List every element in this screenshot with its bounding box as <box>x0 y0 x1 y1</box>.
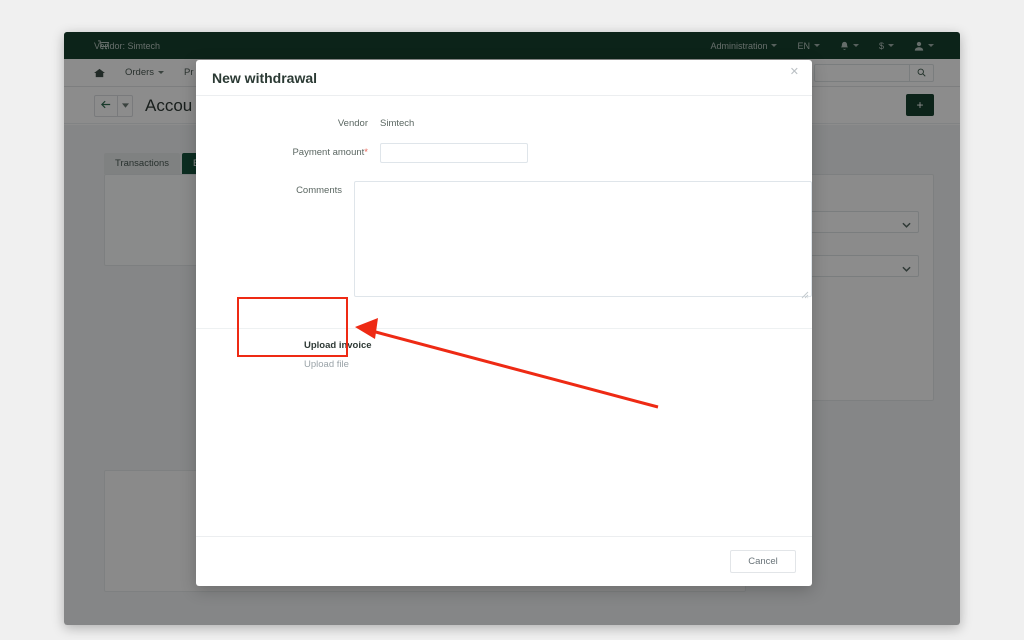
dialog-header: New withdrawal ✕ <box>196 60 812 96</box>
dialog-footer: Cancel <box>196 536 812 586</box>
dialog-title: New withdrawal <box>212 70 317 86</box>
required-marker: * <box>364 147 368 158</box>
section-divider <box>196 328 812 329</box>
screenshot-root: Vendor: Simtech Administration EN <box>0 0 1024 640</box>
comments-textarea[interactable] <box>354 181 812 297</box>
browser-window: Vendor: Simtech Administration EN <box>64 32 960 625</box>
payment-amount-label-text: Payment amount <box>292 147 364 158</box>
cancel-button[interactable]: Cancel <box>730 550 796 573</box>
dialog-body: Vendor Simtech Payment amount* Comments <box>196 96 812 536</box>
payment-amount-label: Payment amount* <box>196 143 380 158</box>
upload-invoice-title: Upload invoice <box>304 340 372 351</box>
payment-amount-input[interactable] <box>380 143 528 163</box>
vendor-row: Vendor Simtech <box>196 114 812 129</box>
close-icon[interactable]: ✕ <box>790 67 799 78</box>
comments-row: Comments <box>196 181 812 297</box>
comments-field-wrap <box>354 181 812 297</box>
vendor-field-value: Simtech <box>380 114 812 129</box>
payment-amount-field-wrap <box>380 143 812 163</box>
vendor-field-label: Vendor <box>196 114 380 129</box>
resize-grip-icon[interactable] <box>801 286 809 294</box>
new-withdrawal-dialog: New withdrawal ✕ Vendor Simtech Payment … <box>196 60 812 586</box>
vendor-field-value-wrap: Simtech <box>380 114 812 129</box>
payment-amount-row: Payment amount* <box>196 143 812 163</box>
upload-file-link[interactable]: Upload file <box>304 359 372 370</box>
upload-invoice-block: Upload invoice Upload file <box>304 340 372 370</box>
comments-label: Comments <box>196 181 354 196</box>
